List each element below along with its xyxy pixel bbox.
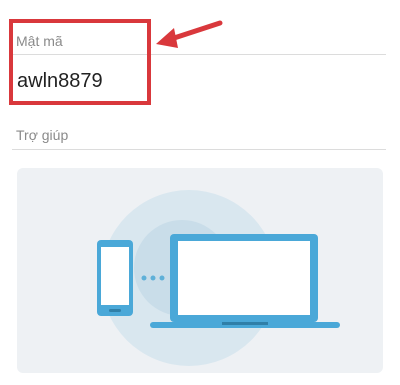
connection-illustration (97, 190, 340, 366)
help-divider (12, 149, 386, 150)
laptop-icon (150, 234, 340, 328)
highlight-box (9, 19, 151, 105)
illustration-card (17, 168, 383, 373)
arrow-icon (156, 20, 223, 48)
phone-icon (97, 240, 133, 316)
help-label: Trợ giúp (16, 127, 69, 143)
connection-dots-icon (141, 275, 165, 281)
